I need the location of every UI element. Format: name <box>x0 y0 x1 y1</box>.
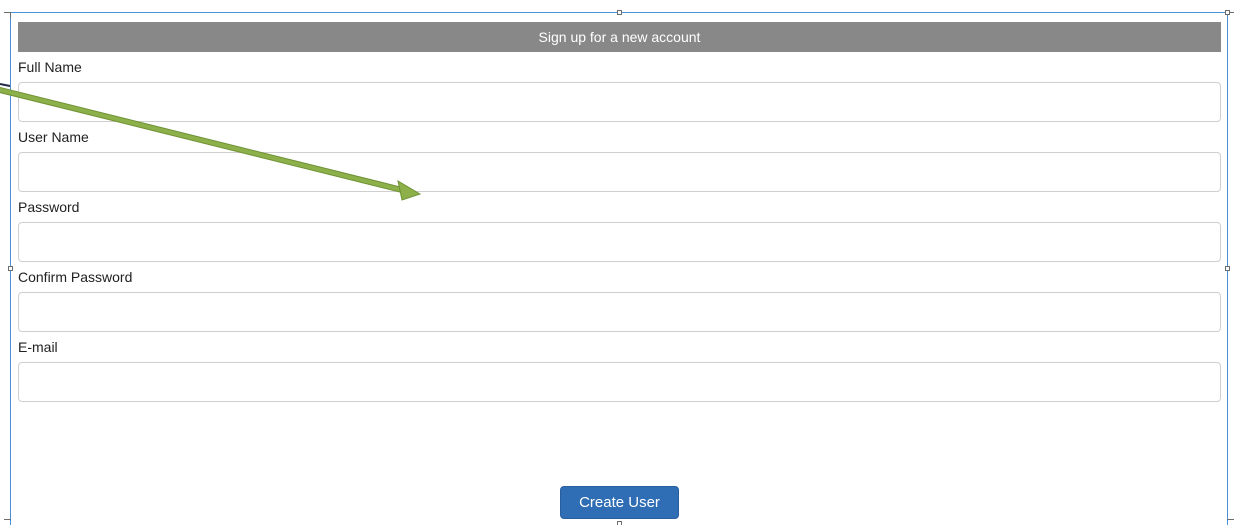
confirm-password-input[interactable] <box>18 292 1221 332</box>
resize-handle-top-right[interactable] <box>1225 10 1230 15</box>
create-user-button[interactable]: Create User <box>560 486 679 519</box>
email-input[interactable] <box>18 362 1221 402</box>
full-name-group: Full Name <box>18 57 1221 122</box>
corner-tick <box>4 519 11 520</box>
full-name-input[interactable] <box>18 82 1221 122</box>
confirm-password-label: Confirm Password <box>18 269 133 285</box>
form-title: Sign up for a new account <box>18 22 1221 52</box>
user-name-label: User Name <box>18 129 89 145</box>
resize-handle-top[interactable] <box>617 10 622 15</box>
email-label: E-mail <box>18 339 58 355</box>
confirm-password-group: Confirm Password <box>18 267 1221 332</box>
signup-form: Sign up for a new account Full Name User… <box>18 22 1221 407</box>
password-input[interactable] <box>18 222 1221 262</box>
resize-handle-bottom[interactable] <box>617 521 622 525</box>
button-row: Create User <box>18 486 1221 519</box>
password-group: Password <box>18 197 1221 262</box>
password-label: Password <box>18 199 80 215</box>
user-name-group: User Name <box>18 127 1221 192</box>
full-name-label: Full Name <box>18 59 82 75</box>
corner-tick <box>1227 519 1234 520</box>
designer-canvas: Sign up for a new account Full Name User… <box>0 0 1244 525</box>
email-group: E-mail <box>18 337 1221 402</box>
resize-handle-right[interactable] <box>1225 266 1230 271</box>
resize-handle-left[interactable] <box>8 266 13 271</box>
corner-tick <box>10 12 11 18</box>
user-name-input[interactable] <box>18 152 1221 192</box>
